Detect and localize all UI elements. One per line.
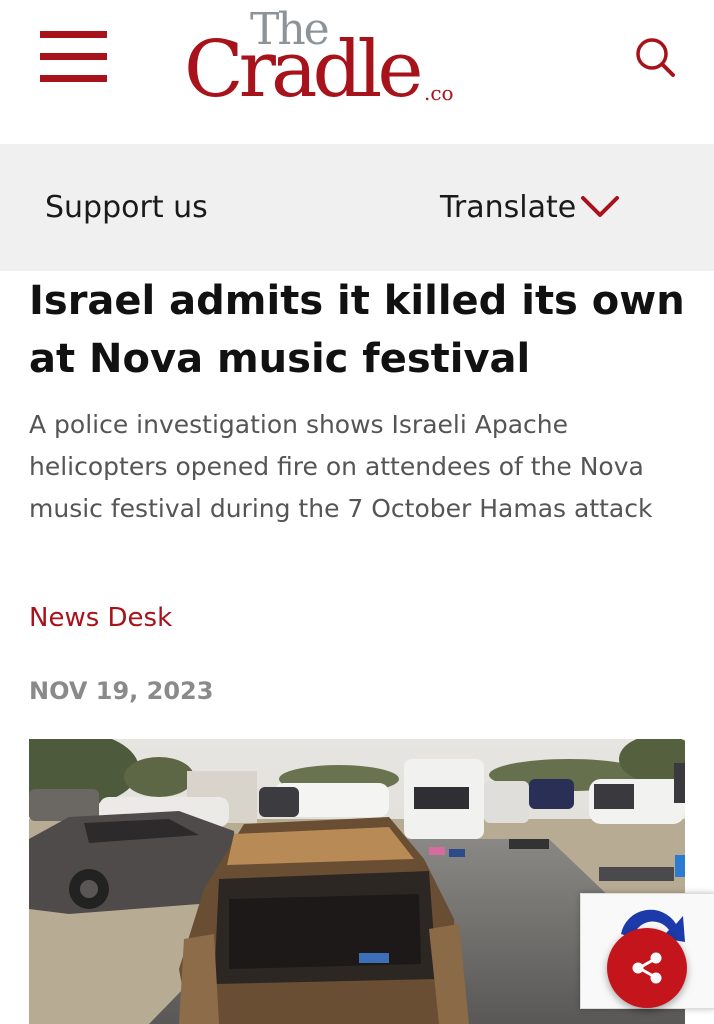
menu-bar-3 — [40, 75, 107, 82]
search-icon — [636, 38, 675, 77]
share-button[interactable] — [607, 928, 687, 1008]
share-icon — [632, 952, 662, 984]
hamburger-menu-icon — [40, 31, 107, 38]
chevron-down-icon[interactable] — [580, 195, 620, 219]
menu-button[interactable] — [40, 31, 107, 85]
publish-date: NOV 19, 2023 — [29, 677, 214, 705]
article-title: Israel admits it killed its own at Nova … — [29, 278, 685, 382]
search-button[interactable] — [634, 36, 676, 78]
logo-suffix: .co — [424, 81, 454, 105]
translate-button[interactable]: Translate — [440, 188, 576, 228]
author-link[interactable]: News Desk — [29, 600, 172, 636]
article-subtitle: A police investigation shows Israeli Apa… — [29, 410, 653, 523]
site-header: The Cradle .co — [0, 0, 714, 144]
site-logo[interactable]: The Cradle .co — [184, 8, 464, 115]
support-us-link[interactable]: Support us — [45, 188, 208, 228]
logo-cradle: Cradle — [184, 25, 424, 115]
menu-bar-2 — [40, 53, 107, 60]
